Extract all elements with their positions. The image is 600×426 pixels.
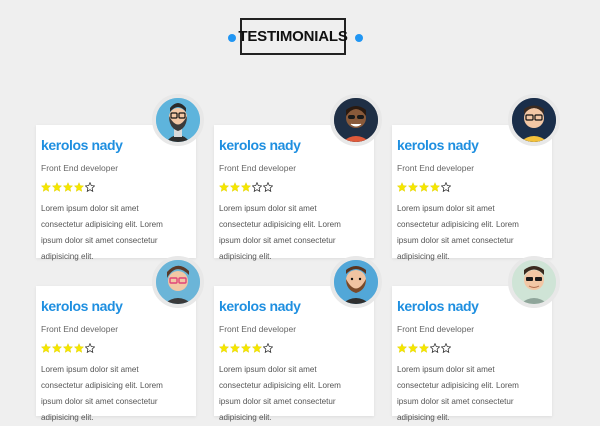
- testimonial-text: Lorem ipsum dolor sit amet consectetur a…: [397, 365, 519, 422]
- star-empty-icon: [440, 179, 452, 193]
- star-filled-icon: [396, 179, 408, 192]
- rating-stars: [218, 179, 369, 193]
- section-header: TESTIMONIALS: [0, 18, 600, 58]
- star-filled-icon: [429, 179, 441, 192]
- testimonial-text: Lorem ipsum dolor sit amet consectetur a…: [219, 204, 341, 261]
- testimonial-role: Front End developer: [219, 324, 297, 334]
- avatar-glasses-navy-icon: [508, 94, 560, 146]
- rating-stars: [396, 340, 547, 354]
- star-filled-icon: [240, 179, 252, 192]
- testimonial-role: Front End developer: [41, 163, 119, 173]
- star-filled-icon: [51, 340, 63, 353]
- testimonial-text: Lorem ipsum dolor sit amet consectetur a…: [219, 365, 341, 422]
- testimonial-text: Lorem ipsum dolor sit amet consectetur a…: [397, 204, 519, 261]
- testimonial-role: Front End developer: [397, 163, 475, 173]
- star-filled-icon: [396, 340, 408, 353]
- rating-stars: [40, 340, 191, 354]
- star-filled-icon: [73, 340, 85, 353]
- title-dot-left: [228, 34, 236, 42]
- star-filled-icon: [229, 340, 241, 353]
- star-empty-icon: [84, 179, 96, 193]
- testimonial-role: Front End developer: [41, 324, 119, 334]
- star-empty-icon: [84, 340, 96, 354]
- avatar-bearded-icon: [330, 256, 382, 308]
- star-empty-icon: [262, 179, 274, 193]
- title-dot-right: [355, 34, 363, 42]
- avatar-sunglasses-icon: [330, 94, 382, 146]
- star-filled-icon: [229, 179, 241, 192]
- star-filled-icon: [407, 340, 419, 353]
- rating-stars: [396, 179, 547, 193]
- star-empty-icon: [440, 340, 452, 354]
- star-filled-icon: [40, 340, 52, 353]
- star-filled-icon: [40, 179, 52, 192]
- avatar-bearded-glasses-icon: [152, 94, 204, 146]
- star-filled-icon: [407, 179, 419, 192]
- star-filled-icon: [240, 340, 252, 353]
- star-filled-icon: [62, 179, 74, 192]
- testimonial-text: Lorem ipsum dolor sit amet consectetur a…: [41, 204, 163, 261]
- star-filled-icon: [73, 179, 85, 192]
- star-empty-icon: [262, 340, 274, 354]
- star-filled-icon: [418, 340, 430, 353]
- testimonial-role: Front End developer: [219, 163, 297, 173]
- star-filled-icon: [418, 179, 430, 192]
- rating-stars: [218, 340, 369, 354]
- testimonial-text: Lorem ipsum dolor sit amet consectetur a…: [41, 365, 163, 422]
- star-filled-icon: [251, 340, 263, 353]
- avatar-pink-glasses-icon: [152, 256, 204, 308]
- star-filled-icon: [51, 179, 63, 192]
- star-empty-icon: [429, 340, 441, 354]
- testimonial-role: Front End developer: [397, 324, 475, 334]
- star-filled-icon: [218, 179, 230, 192]
- rating-stars: [40, 179, 191, 193]
- section-title: TESTIMONIALS: [238, 18, 348, 55]
- testimonials-page: { "section_title": "TESTIMONIALS", "acce…: [0, 0, 600, 422]
- avatar-sunglasses-light-icon: [508, 256, 560, 308]
- star-empty-icon: [251, 179, 263, 193]
- star-filled-icon: [218, 340, 230, 353]
- star-filled-icon: [62, 340, 74, 353]
